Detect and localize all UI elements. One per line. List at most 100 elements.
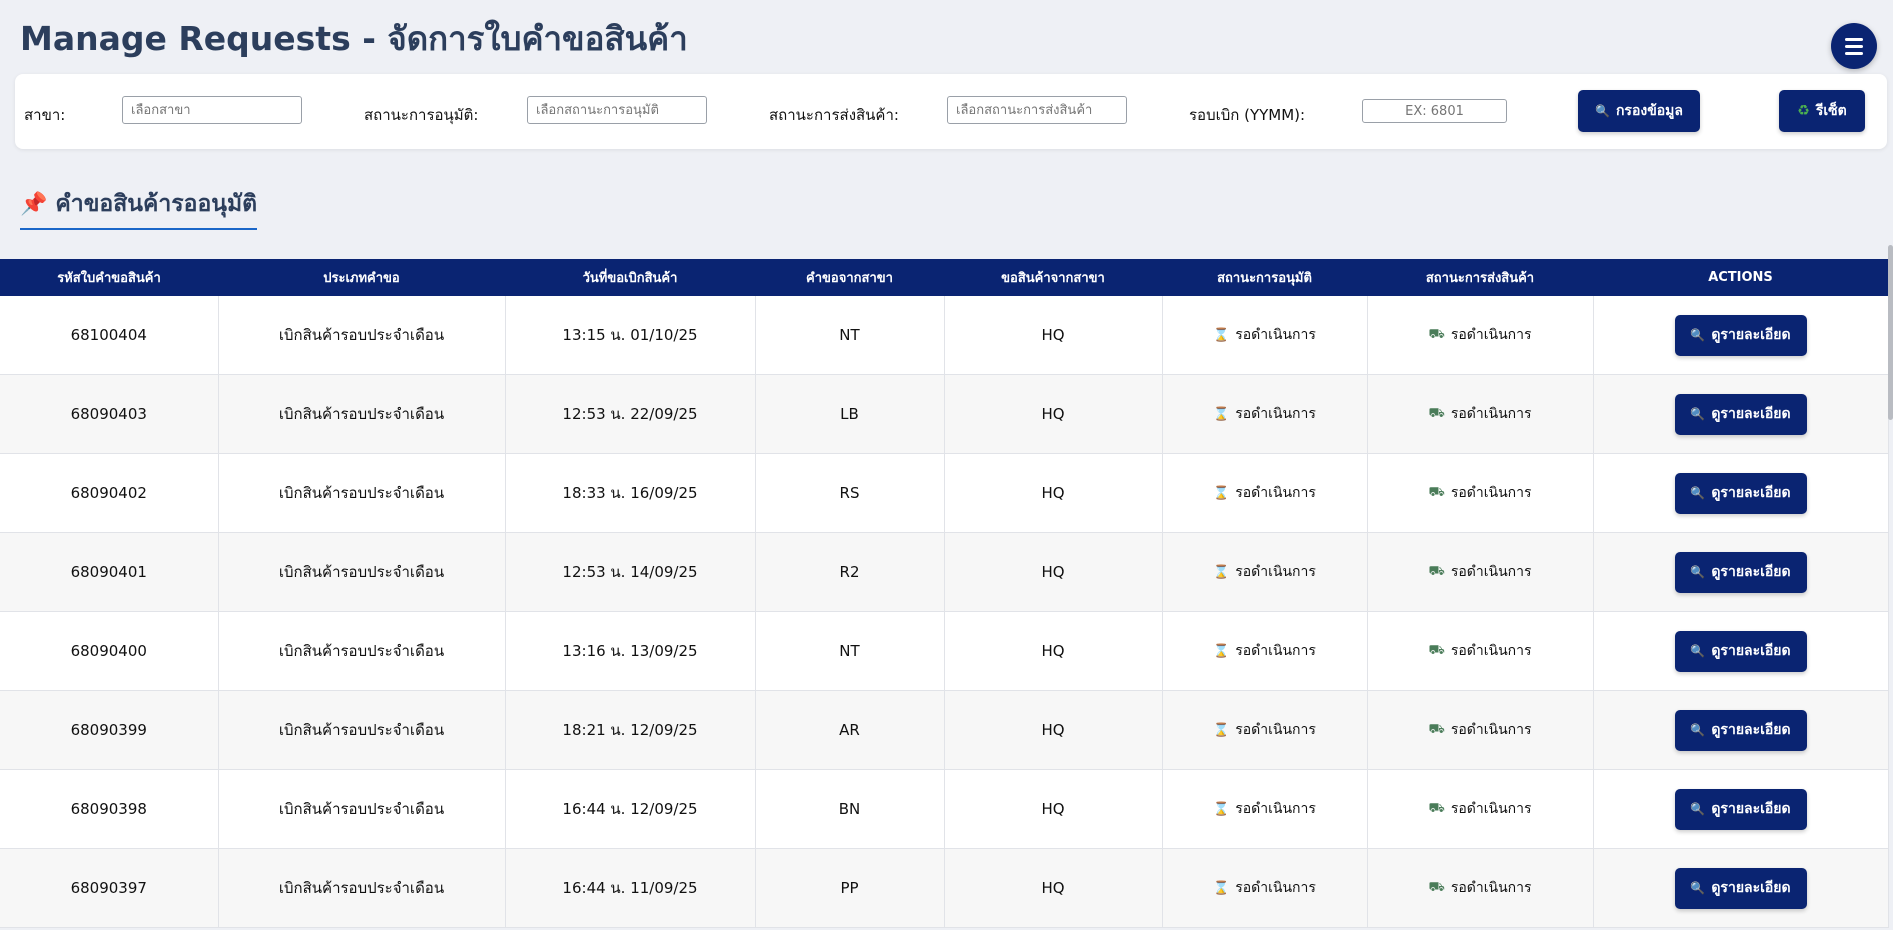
hourglass-icon: ⌛ <box>1213 722 1230 738</box>
request-id-cell: 68100404 <box>0 296 219 375</box>
view-details-button[interactable]: 🔍 ดูรายละเอียด <box>1674 709 1807 751</box>
actions-cell: 🔍 ดูรายละเอียด <box>1593 532 1889 612</box>
truck-icon: ⛟ <box>1428 721 1445 737</box>
from-branch-cell: NT <box>755 611 945 691</box>
table-row: 68100404 เบิกสินค้ารอบประจำเดือน 13:15 น. … <box>0 296 1889 375</box>
reset-button[interactable]: ♻ รีเซ็ต <box>1779 90 1865 132</box>
reset-button-label: รีเซ็ต <box>1815 103 1847 119</box>
shipping-status-cell: ⛟ รอดำเนินการ <box>1367 690 1594 770</box>
view-details-button[interactable]: 🔍 ดูรายละเอียด <box>1674 314 1807 356</box>
table-row: 68090398 เบิกสินค้ารอบประจำเดือน 16:44 น. … <box>0 769 1889 849</box>
request-id-cell: 68090398 <box>0 769 219 849</box>
requests-table: รหัสใบคำขอสินค้า ประเภทคำขอ วันที่ขอเบิกสิ… <box>0 259 1889 928</box>
truck-icon: ⛟ <box>1428 405 1445 421</box>
request-date-cell: 16:44 น. 12/09/25 <box>505 769 756 849</box>
shipping-status-cell: ⛟ รอดำเนินการ <box>1367 296 1594 375</box>
approval-status-text: รอดำเนินการ <box>1235 722 1316 738</box>
request-type-cell: เบิกสินค้ารอบประจำเดือน <box>218 769 506 849</box>
hourglass-icon: ⌛ <box>1213 327 1230 343</box>
request-type-cell: เบิกสินค้ารอบประจำเดือน <box>218 611 506 691</box>
to-branch-cell: HQ <box>944 848 1163 928</box>
table-row: 68090401 เบิกสินค้ารอบประจำเดือน 12:53 น. … <box>0 532 1889 612</box>
branch-select[interactable] <box>122 96 302 124</box>
hourglass-icon: ⌛ <box>1213 801 1230 817</box>
hourglass-icon: ⌛ <box>1213 880 1230 896</box>
shipping-status-text: รอดำเนินการ <box>1450 880 1532 897</box>
approval-status-label: สถานะการอนุมัติ: <box>364 106 479 124</box>
header-request-id: รหัสใบคำขอสินค้า <box>0 259 218 296</box>
round-label: รอบเบิก (YYMM): <box>1189 106 1306 124</box>
page-title: Manage Requests - จัดการใบคำขอสินค้า <box>20 19 688 58</box>
filter-button-label: กรองข้อมูล <box>1615 103 1683 119</box>
table-row: 68090402 เบิกสินค้ารอบประจำเดือน 18:33 น. … <box>0 453 1889 533</box>
header-actions: ACTIONS <box>1593 259 1888 296</box>
magnifier-icon: 🔍 <box>1595 104 1610 118</box>
request-date-cell: 13:15 น. 01/10/25 <box>505 296 756 375</box>
header-request-date: วันที่ขอเบิกสินค้า <box>505 259 755 296</box>
filter-button[interactable]: 🔍 กรองข้อมูล <box>1578 90 1700 132</box>
approval-status-cell: ⌛ รอดำเนินการ <box>1162 848 1368 928</box>
view-details-button[interactable]: 🔍 ดูรายละเอียด <box>1674 867 1807 909</box>
request-type-cell: เบิกสินค้ารอบประจำเดือน <box>218 848 506 928</box>
to-branch-cell: HQ <box>944 532 1163 612</box>
table-row: 68090400 เบิกสินค้ารอบประจำเดือน 13:16 น. … <box>0 611 1889 691</box>
from-branch-cell: NT <box>755 296 945 375</box>
from-branch-cell: LB <box>755 374 945 454</box>
shipping-status-text: รอดำเนินการ <box>1450 643 1532 660</box>
request-id-cell: 68090397 <box>0 848 219 928</box>
to-branch-cell: HQ <box>944 453 1163 533</box>
to-branch-cell: HQ <box>944 374 1163 454</box>
shipping-status-select[interactable] <box>947 96 1127 124</box>
request-date-cell: 12:53 น. 14/09/25 <box>505 532 756 612</box>
approval-status-text: รอดำเนินการ <box>1235 801 1316 817</box>
branch-label: สาขา: <box>24 106 66 124</box>
view-details-label: ดูรายละเอียด <box>1711 327 1791 343</box>
view-details-button[interactable]: 🔍 ดูรายละเอียด <box>1674 472 1807 514</box>
section-title: 📌 คำขอสินค้ารออนุมัติ <box>20 186 258 230</box>
view-details-button[interactable]: 🔍 ดูรายละเอียด <box>1674 788 1807 830</box>
request-type-cell: เบิกสินค้ารอบประจำเดือน <box>218 690 506 770</box>
approval-status-text: รอดำเนินการ <box>1235 327 1316 343</box>
hourglass-icon: ⌛ <box>1213 406 1230 422</box>
view-details-label: ดูรายละเอียด <box>1711 801 1791 817</box>
view-details-button[interactable]: 🔍 ดูรายละเอียด <box>1674 393 1807 435</box>
actions-cell: 🔍 ดูรายละเอียด <box>1593 611 1889 691</box>
hourglass-icon: ⌛ <box>1213 564 1230 580</box>
view-details-button[interactable]: 🔍 ดูรายละเอียด <box>1674 551 1807 593</box>
actions-cell: 🔍 ดูรายละเอียด <box>1593 848 1889 928</box>
header-request-type: ประเภทคำขอ <box>218 259 505 296</box>
actions-cell: 🔍 ดูรายละเอียด <box>1593 769 1889 849</box>
approval-status-text: รอดำเนินการ <box>1235 406 1316 422</box>
vertical-scrollbar[interactable] <box>1888 245 1893 420</box>
round-input[interactable] <box>1362 99 1507 123</box>
view-details-label: ดูรายละเอียด <box>1711 880 1791 896</box>
shipping-status-cell: ⛟ รอดำเนินการ <box>1367 848 1594 928</box>
shipping-status-text: รอดำเนินการ <box>1450 327 1532 344</box>
request-type-cell: เบิกสินค้ารอบประจำเดือน <box>218 532 506 612</box>
shipping-status-text: รอดำเนินการ <box>1450 564 1532 581</box>
table-row: 68090399 เบิกสินค้ารอบประจำเดือน 18:21 น. … <box>0 690 1889 770</box>
to-branch-cell: HQ <box>944 296 1163 375</box>
approval-status-cell: ⌛ รอดำเนินการ <box>1162 296 1368 375</box>
menu-button[interactable] <box>1831 23 1877 69</box>
approval-status-cell: ⌛ รอดำเนินการ <box>1162 374 1368 454</box>
from-branch-cell: R2 <box>755 532 945 612</box>
approval-status-select[interactable] <box>527 96 707 124</box>
magnifier-icon: 🔍 <box>1690 328 1706 342</box>
from-branch-cell: AR <box>755 690 945 770</box>
to-branch-cell: HQ <box>944 611 1163 691</box>
shipping-status-cell: ⛟ รอดำเนินการ <box>1367 769 1594 849</box>
approval-status-text: รอดำเนินการ <box>1235 880 1316 896</box>
view-details-button[interactable]: 🔍 ดูรายละเอียด <box>1674 630 1807 672</box>
table-row: 68090403 เบิกสินค้ารอบประจำเดือน 12:53 น. … <box>0 374 1889 454</box>
approval-status-text: รอดำเนินการ <box>1235 485 1316 501</box>
recycle-icon: ♻ <box>1797 103 1810 119</box>
table-header-row: รหัสใบคำขอสินค้า ประเภทคำขอ วันที่ขอเบิกสิ… <box>0 259 1888 296</box>
magnifier-icon: 🔍 <box>1690 802 1706 816</box>
request-id-cell: 68090403 <box>0 374 219 454</box>
to-branch-cell: HQ <box>944 690 1163 770</box>
view-details-label: ดูรายละเอียด <box>1711 406 1791 422</box>
approval-status-cell: ⌛ รอดำเนินการ <box>1162 532 1368 612</box>
hourglass-icon: ⌛ <box>1213 485 1230 501</box>
shipping-status-text: รอดำเนินการ <box>1450 406 1532 423</box>
